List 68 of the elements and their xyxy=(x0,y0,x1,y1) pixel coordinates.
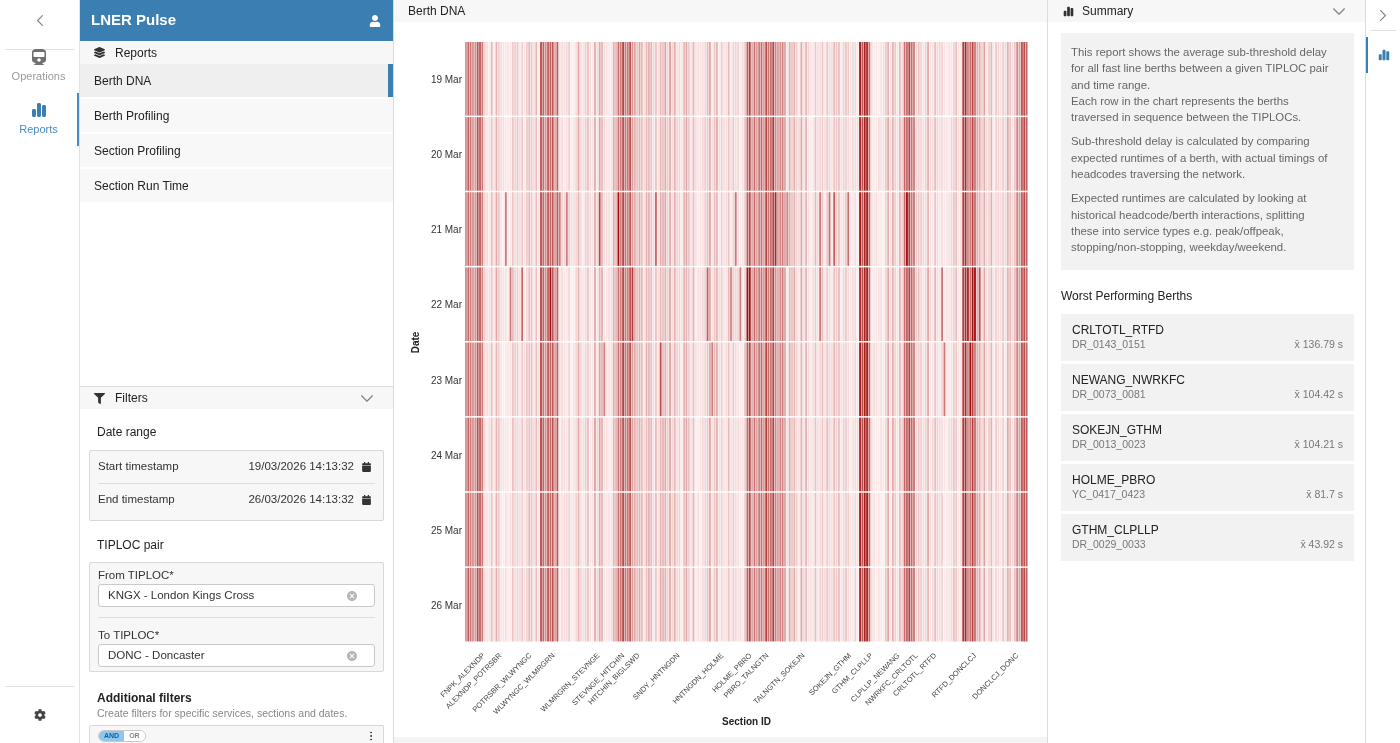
chevron-down-icon[interactable] xyxy=(1333,7,1345,15)
berth-name: CRLTOTL_RTFD xyxy=(1072,322,1164,338)
axis-label: 23 Mar xyxy=(430,374,462,386)
axis-label: 25 Mar xyxy=(430,524,462,536)
clear-icon[interactable] xyxy=(346,649,358,662)
tiploc-field[interactable]: DONC - Doncaster xyxy=(98,644,375,667)
group-label: TIPLOC pair xyxy=(96,538,165,552)
axis-label: 26 Mar xyxy=(430,599,462,611)
user-icon xyxy=(369,14,381,27)
app-title: LNER Pulse xyxy=(91,10,177,31)
description-text: Each row in the chart represents the berths traversed in sequence between the TIPLOCs. xyxy=(1071,93,1303,126)
timestamp-field[interactable]: 26/03/2026 14:13:32 xyxy=(248,490,371,509)
list-title: Worst Performing Berths xyxy=(1061,287,1194,305)
description-text: Sub-threshold delay is calculated by comparing expected runtimes of a berth, with actual timings of headcodes traversing the network. xyxy=(1071,134,1329,183)
bar-chart-icon xyxy=(1063,5,1074,17)
berth-name: NEWANG_NWRKFC xyxy=(1072,372,1185,388)
chevron-right-icon xyxy=(1380,9,1386,21)
panel-title: Berth DNA xyxy=(408,3,466,20)
berth-name: SOKEJN_GTHM xyxy=(1072,422,1162,438)
field-label: To TIPLOC* xyxy=(98,628,161,642)
berth-value: x̄ 43.92 s xyxy=(1300,537,1343,551)
axis-label: 24 Mar xyxy=(430,449,462,461)
section-title: Filters xyxy=(115,390,148,407)
hint-text: Create filters for specific services, sections and dates. xyxy=(96,707,349,720)
field-label: From TIPLOC* xyxy=(98,568,175,582)
axis-title: Section ID xyxy=(722,716,771,727)
field-label: End timestamp xyxy=(98,491,175,507)
bar-chart-icon xyxy=(1378,49,1390,61)
berth-code: DR_0029_0033 xyxy=(1072,537,1147,551)
user-button[interactable] xyxy=(369,14,381,27)
bar-chart-icon xyxy=(30,102,47,118)
section-title: Summary xyxy=(1082,3,1134,20)
chevron-down-icon[interactable] xyxy=(361,394,373,402)
berth-name: HOLME_PBRO xyxy=(1072,472,1156,488)
chevron-left-icon xyxy=(36,14,43,26)
berth-code: DR_0143_0151 xyxy=(1072,337,1147,351)
settings-icon xyxy=(33,709,46,721)
group-label: Date range xyxy=(96,425,158,439)
axis-label: 19 Mar xyxy=(430,74,462,86)
berth-value: x̄ 104.21 s xyxy=(1294,437,1343,451)
berth-code: YC_0417_0423 xyxy=(1072,487,1146,501)
berth-value: x̄ 104.42 s xyxy=(1294,387,1343,401)
report-item[interactable]: Berth DNA xyxy=(80,64,393,97)
berth-code: DR_0013_0023 xyxy=(1072,437,1147,451)
train-icon xyxy=(30,49,47,65)
description-text: This report shows the average sub-threshold delay for all fast line berths between a given TIPLOC pair and time range. xyxy=(1071,45,1330,93)
axis-label: 22 Mar xyxy=(430,299,462,311)
axis-label: 21 Mar xyxy=(430,224,462,236)
berth-value: x̄ 81.7 s xyxy=(1306,487,1343,501)
timestamp-field[interactable]: 19/03/2026 14:13:32 xyxy=(248,458,371,476)
axis-title: Date xyxy=(410,331,421,354)
description-text: Expected runtimes are calculated by looking at historical headcode/berth interactions, splitting these into service types e.g. peak/offpeak, stopping/non-stopping, weekday/weekend. xyxy=(1071,191,1308,256)
report-item[interactable]: Section Profiling xyxy=(80,134,393,167)
funnel-icon xyxy=(94,392,105,404)
calendar-icon xyxy=(362,494,371,505)
berth-name: GTHM_CLPLLP xyxy=(1072,522,1159,538)
field-label: Start timestamp xyxy=(98,459,179,475)
report-item[interactable]: Berth Profiling xyxy=(80,99,393,132)
group-label: Additional filters xyxy=(96,691,193,705)
tiploc-field[interactable]: KNGX - London Kings Cross xyxy=(98,584,375,607)
section-title: Reports xyxy=(115,44,158,62)
clear-icon[interactable] xyxy=(346,589,358,602)
berth-value: x̄ 136.79 s xyxy=(1294,337,1343,351)
axis-label: 20 Mar xyxy=(430,149,462,161)
layers-icon xyxy=(94,47,105,58)
berth-code: DR_0073_0081 xyxy=(1072,387,1147,401)
report-item[interactable]: Section Run Time xyxy=(80,169,393,202)
calendar-icon xyxy=(362,462,371,472)
